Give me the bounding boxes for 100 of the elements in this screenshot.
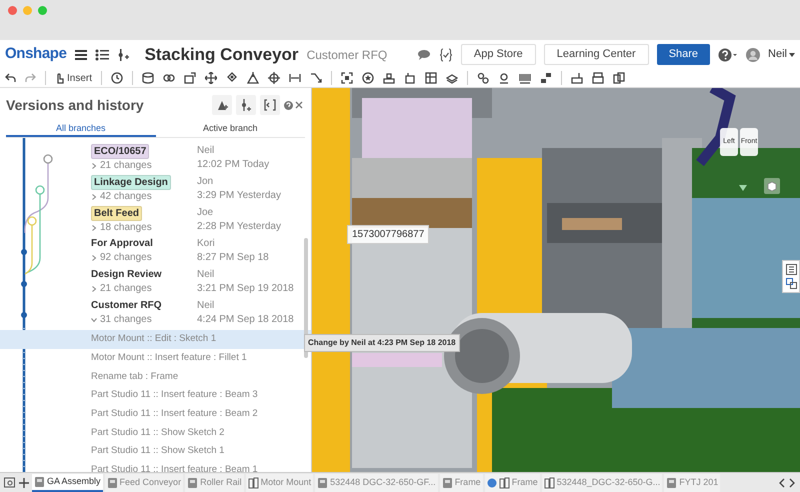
drawing-sheet-icon[interactable] [571, 72, 584, 84]
list-panel-icon[interactable] [786, 264, 796, 275]
chevron-icon[interactable] [91, 286, 97, 292]
version-name[interactable]: For Approval [91, 237, 153, 251]
star-disc-icon[interactable] [362, 72, 374, 84]
chevron-icon[interactable] [91, 255, 97, 261]
chevron-icon[interactable] [91, 194, 97, 200]
view-options-button[interactable] [764, 178, 780, 194]
document-tab[interactable]: Frame [484, 474, 540, 492]
document-copy-icon[interactable] [613, 72, 626, 84]
close-window-icon[interactable] [8, 6, 17, 15]
version-dot[interactable] [21, 249, 27, 255]
hand-icon [55, 72, 64, 84]
change-count[interactable]: 21 changes [100, 159, 152, 173]
document-tab[interactable]: FYTJ 201 [664, 474, 720, 492]
history-entry[interactable]: Part Studio 11 :: Show Sketch 2 [0, 423, 311, 442]
version-dot[interactable] [21, 312, 27, 318]
tray-icon[interactable] [383, 72, 396, 84]
width-icon[interactable] [289, 72, 302, 84]
arrow-path-icon[interactable] [310, 72, 322, 84]
globe-icon [486, 478, 497, 488]
change-count[interactable]: 21 changes [100, 282, 152, 296]
hand-box-icon[interactable] [404, 72, 416, 84]
share-button[interactable]: Share [656, 44, 710, 65]
branch-tab[interactable]: All branches [6, 122, 156, 137]
chevron-icon[interactable] [91, 317, 97, 323]
assembly-icon [498, 476, 510, 488]
document-tab[interactable]: Frame [440, 474, 483, 492]
help-icon[interactable] [284, 100, 293, 110]
gears-icon[interactable] [477, 72, 490, 84]
document-tab[interactable]: Roller Rail [185, 474, 244, 492]
view-caret-icon[interactable] [739, 185, 747, 191]
change-count[interactable]: 31 changes [100, 313, 152, 327]
focus-frame-icon[interactable] [341, 72, 354, 84]
list-icon[interactable] [94, 48, 109, 60]
history-entry[interactable]: Part Studio 11 :: Insert feature : Beam 2 [0, 404, 311, 424]
rotate-arrows-icon[interactable] [226, 72, 238, 84]
rings-icon[interactable] [163, 72, 176, 84]
add-icon[interactable] [18, 476, 30, 488]
tooltip: Change by Neil at 4:23 PM Sep 18 2018 [304, 334, 460, 352]
panel-tool-button[interactable] [236, 95, 256, 115]
clock-icon[interactable] [111, 72, 124, 84]
gear-stand-icon[interactable] [498, 72, 510, 84]
panel-tool-button[interactable] [212, 95, 232, 115]
caret-icon[interactable] [789, 52, 795, 56]
document-tab[interactable]: GA Assembly [32, 474, 103, 492]
braces-check-icon[interactable] [438, 48, 453, 62]
history-entry[interactable]: Rename tab : Frame [0, 367, 311, 386]
tent-arrow-icon[interactable] [247, 72, 260, 84]
tab-search-icon[interactable] [4, 476, 16, 488]
chevron-icon[interactable] [91, 163, 97, 169]
undo-icon[interactable] [5, 73, 16, 83]
chevron-icon[interactable] [91, 225, 97, 231]
parts-icon[interactable] [786, 278, 796, 289]
move-arrows-icon[interactable] [205, 72, 218, 84]
document-title: Stacking Conveyor [144, 44, 299, 66]
user-name[interactable]: Neil [768, 46, 787, 63]
branch-add-icon[interactable] [116, 48, 129, 60]
branch-tab[interactable]: Active branch [156, 122, 305, 137]
cylinder-icon[interactable] [142, 72, 154, 84]
change-count[interactable]: 18 changes [100, 221, 152, 235]
avatar-icon [746, 48, 760, 62]
assembly-icon [544, 476, 555, 488]
version-name[interactable]: Customer RFQ [91, 299, 162, 313]
change-count[interactable]: 42 changes [100, 190, 152, 204]
menu-icon[interactable] [74, 50, 87, 60]
layers-icon[interactable] [446, 72, 458, 84]
history-entry[interactable]: Part Studio 11 :: Insert feature : Beam 1 [0, 460, 311, 472]
blocks-icon[interactable] [540, 72, 552, 84]
header-button[interactable]: App Store [460, 44, 536, 65]
crosshair-icon[interactable] [268, 72, 280, 84]
version-tag[interactable]: ECO/10657 [91, 144, 150, 159]
history-entry[interactable]: Part Studio 11 :: Insert feature : Beam 3 [0, 386, 311, 405]
change-count[interactable]: 92 changes [100, 251, 152, 265]
grid-icon[interactable] [425, 72, 438, 84]
document-tab[interactable]: 532448_DGC-32-650-G... [542, 474, 662, 492]
version-dot[interactable] [21, 281, 27, 287]
app-logo[interactable]: Onshape [5, 43, 67, 66]
document-icon [442, 476, 453, 488]
document-tab[interactable]: Motor Mount [246, 474, 314, 492]
document-icon [34, 476, 45, 488]
comment-icon[interactable] [416, 48, 431, 60]
document-tab[interactable]: 532448 DGC-32-650-GF... [315, 474, 438, 492]
author-name: Jon [197, 175, 214, 189]
header-button[interactable]: Learning Center [544, 44, 649, 65]
cube-icon [767, 181, 777, 191]
document-tab[interactable]: Feed Conveyor [104, 474, 184, 492]
history-entry[interactable]: Part Studio 11 :: Show Sketch 1 [0, 442, 311, 461]
barcode-icon[interactable] [519, 72, 532, 84]
panel-tool-button[interactable] [260, 95, 280, 115]
document-icon [106, 476, 118, 488]
version-tag[interactable]: Linkage Design [91, 175, 171, 190]
printer-icon[interactable] [592, 72, 604, 84]
version-name[interactable]: Design Review [91, 268, 162, 282]
scroll-left-icon[interactable] [778, 478, 786, 488]
scroll-right-icon[interactable] [788, 478, 796, 488]
close-icon[interactable] [293, 99, 305, 111]
insert-button[interactable]: Insert [55, 70, 92, 86]
help-caret-icon[interactable] [718, 48, 738, 62]
version-tag[interactable]: Belt Feed [91, 206, 142, 221]
